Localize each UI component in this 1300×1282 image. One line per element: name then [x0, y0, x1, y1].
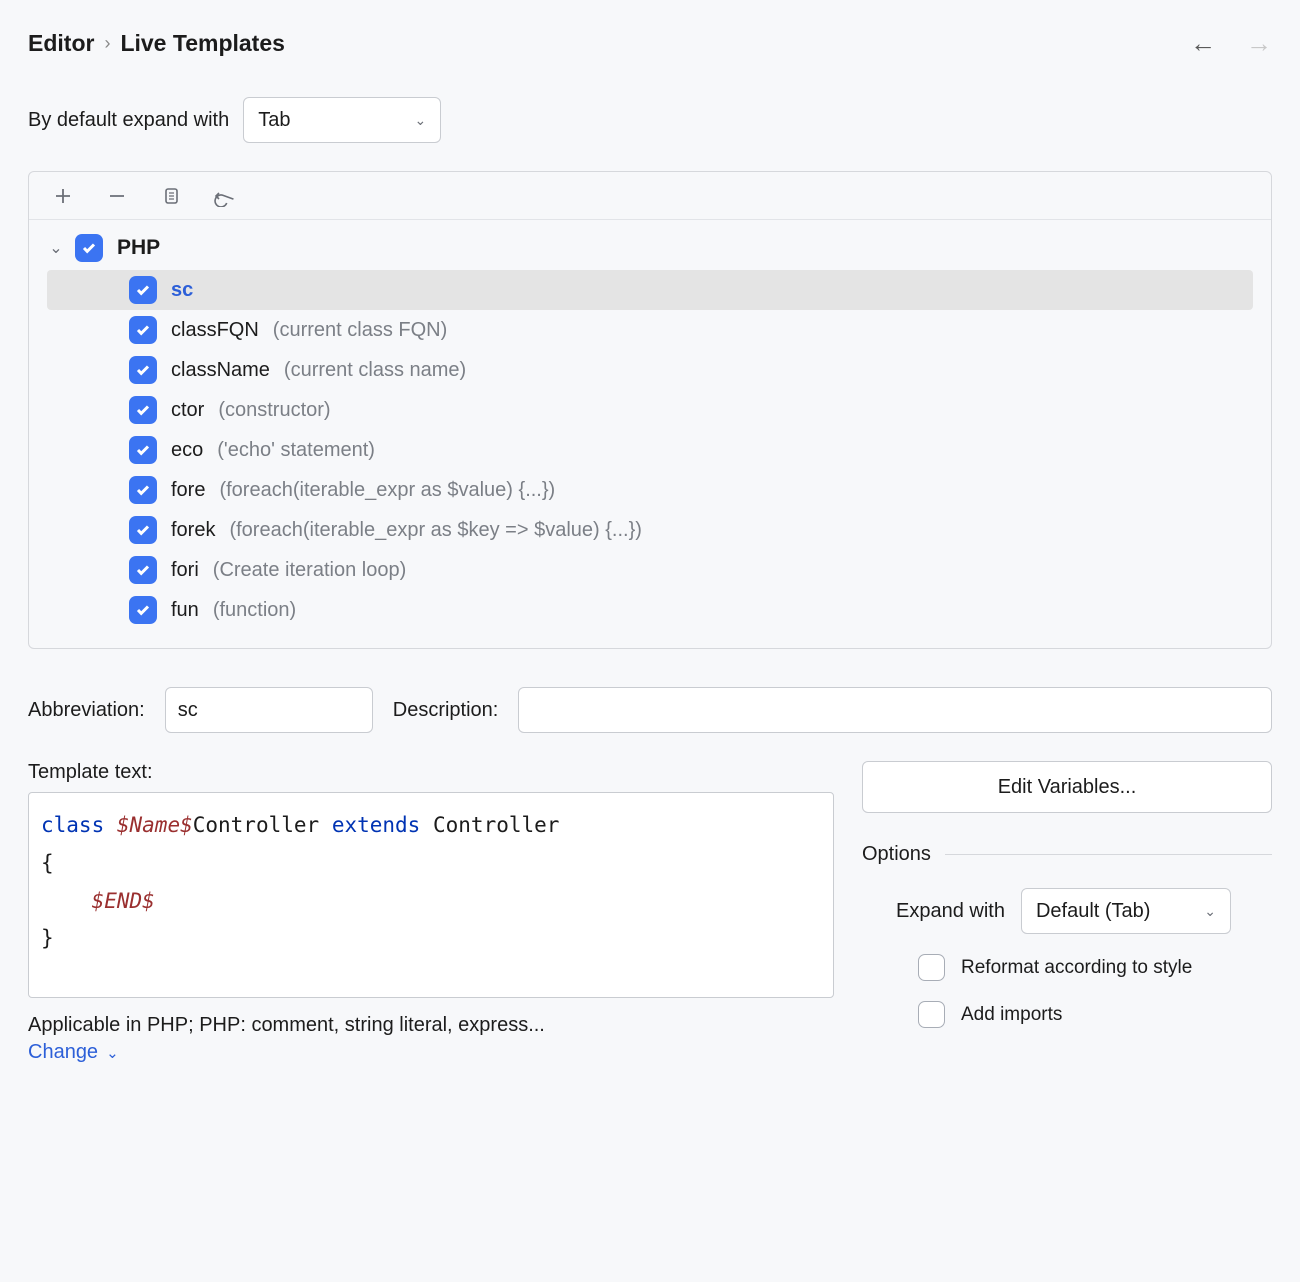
breadcrumb-current: Live Templates [120, 30, 284, 57]
template-item[interactable]: eco ('echo' statement) [47, 430, 1253, 470]
chevron-down-icon: ⌄ [106, 1044, 119, 1062]
item-description: (function) [213, 599, 296, 622]
revert-icon[interactable] [213, 184, 237, 208]
item-checkbox[interactable] [129, 396, 157, 424]
item-name: sc [171, 279, 193, 302]
breadcrumb: Editor › Live Templates [28, 30, 285, 57]
back-icon[interactable]: ← [1190, 28, 1216, 59]
code-keyword: extends [332, 813, 421, 837]
item-name: forek [171, 519, 215, 542]
code-variable: $Name$ [117, 813, 193, 837]
expand-with-select[interactable]: Default (Tab) ⌄ [1021, 888, 1231, 934]
default-expand-select[interactable]: Tab ⌄ [243, 97, 441, 143]
group-label: PHP [117, 236, 160, 260]
item-description: (foreach(iterable_expr as $value) {...}) [219, 479, 555, 502]
item-name: fori [171, 559, 199, 582]
item-description: (current class name) [284, 359, 466, 382]
template-item[interactable]: className (current class name) [47, 350, 1253, 390]
template-item[interactable]: fun (function) [47, 590, 1253, 630]
nav-arrows: ← → [1190, 28, 1272, 59]
add-imports-checkbox[interactable] [918, 1001, 945, 1028]
item-description: (Create iteration loop) [213, 559, 406, 582]
add-imports-row[interactable]: Add imports [862, 1001, 1272, 1028]
item-description: ('echo' statement) [217, 439, 375, 462]
item-checkbox[interactable] [129, 476, 157, 504]
chevron-down-icon: ⌄ [1204, 903, 1216, 920]
template-item[interactable]: ctor (constructor) [47, 390, 1253, 430]
code-text: Controller [433, 813, 559, 837]
applicable-context: Applicable in PHP; PHP: comment, string … [28, 1014, 834, 1037]
template-text-editor[interactable]: class $Name$Controller extends Controlle… [28, 792, 834, 998]
tree-toolbar [29, 172, 1271, 220]
add-imports-label: Add imports [961, 1004, 1062, 1026]
duplicate-icon[interactable] [159, 184, 183, 208]
item-checkbox[interactable] [129, 276, 157, 304]
chevron-right-icon: › [104, 33, 110, 54]
tree-body: ⌄ PHP scclassFQN(current class FQN)class… [29, 220, 1271, 648]
group-checkbox[interactable] [75, 234, 103, 262]
forward-icon: → [1246, 28, 1272, 59]
abbreviation-input[interactable] [165, 687, 373, 733]
description-label: Description: [393, 699, 499, 722]
reformat-row[interactable]: Reformat according to style [862, 954, 1272, 981]
options-column: Edit Variables... Options Expand with De… [862, 761, 1272, 1064]
reformat-checkbox[interactable] [918, 954, 945, 981]
description-input[interactable] [518, 687, 1272, 733]
add-icon[interactable] [51, 184, 75, 208]
change-link-text: Change [28, 1041, 98, 1064]
template-text-column: Template text: class $Name$Controller ex… [28, 761, 834, 1064]
divider [945, 854, 1272, 855]
item-name: fore [171, 479, 205, 502]
expand-with-value: Default (Tab) [1036, 900, 1151, 923]
edit-variables-label: Edit Variables... [998, 776, 1137, 799]
group-row-php[interactable]: ⌄ PHP [41, 230, 1259, 266]
item-checkbox[interactable] [129, 596, 157, 624]
chevron-down-icon: ⌄ [415, 112, 427, 129]
item-checkbox[interactable] [129, 556, 157, 584]
item-checkbox[interactable] [129, 516, 157, 544]
edit-variables-button[interactable]: Edit Variables... [862, 761, 1272, 813]
change-context-link[interactable]: Change ⌄ [28, 1041, 119, 1064]
header: Editor › Live Templates ← → [28, 28, 1272, 59]
expand-with-row: Expand with Default (Tab) ⌄ [862, 888, 1272, 934]
item-name: eco [171, 439, 203, 462]
templates-tree-panel: ⌄ PHP scclassFQN(current class FQN)class… [28, 171, 1272, 649]
options-heading-text: Options [862, 843, 931, 866]
default-expand-value: Tab [258, 109, 290, 132]
expand-with-label: Expand with [896, 900, 1005, 923]
breadcrumb-parent[interactable]: Editor [28, 30, 94, 57]
item-checkbox[interactable] [129, 316, 157, 344]
template-item[interactable]: forek (foreach(iterable_expr as $key => $… [47, 510, 1253, 550]
code-text: Controller [193, 813, 319, 837]
template-item[interactable]: fori (Create iteration loop) [47, 550, 1253, 590]
item-checkbox[interactable] [129, 436, 157, 464]
template-text-label: Template text: [28, 761, 834, 784]
abbreviation-label: Abbreviation: [28, 699, 145, 722]
item-name: fun [171, 599, 199, 622]
reformat-label: Reformat according to style [961, 957, 1192, 979]
item-description: (foreach(iterable_expr as $key => $value… [229, 519, 641, 542]
item-name: classFQN [171, 319, 259, 342]
default-expand-label: By default expand with [28, 109, 229, 132]
item-description: (constructor) [218, 399, 330, 422]
item-description: (current class FQN) [273, 319, 447, 342]
template-item[interactable]: fore (foreach(iterable_expr as $value) {.… [47, 470, 1253, 510]
item-checkbox[interactable] [129, 356, 157, 384]
code-variable: $END$ [92, 889, 155, 913]
chevron-down-icon[interactable]: ⌄ [47, 238, 65, 258]
item-name: className [171, 359, 270, 382]
code-keyword: class [41, 813, 104, 837]
abbr-desc-row: Abbreviation: Description: [28, 687, 1272, 733]
template-item[interactable]: classFQN (current class FQN) [47, 310, 1253, 350]
item-name: ctor [171, 399, 204, 422]
options-heading: Options [862, 843, 1272, 866]
lower-grid: Template text: class $Name$Controller ex… [28, 761, 1272, 1064]
template-items: sc classFQN (current class FQN)className (c… [41, 270, 1259, 630]
default-expand-row: By default expand with Tab ⌄ [28, 97, 1272, 143]
template-item[interactable]: sc [47, 270, 1253, 310]
remove-icon[interactable] [105, 184, 129, 208]
